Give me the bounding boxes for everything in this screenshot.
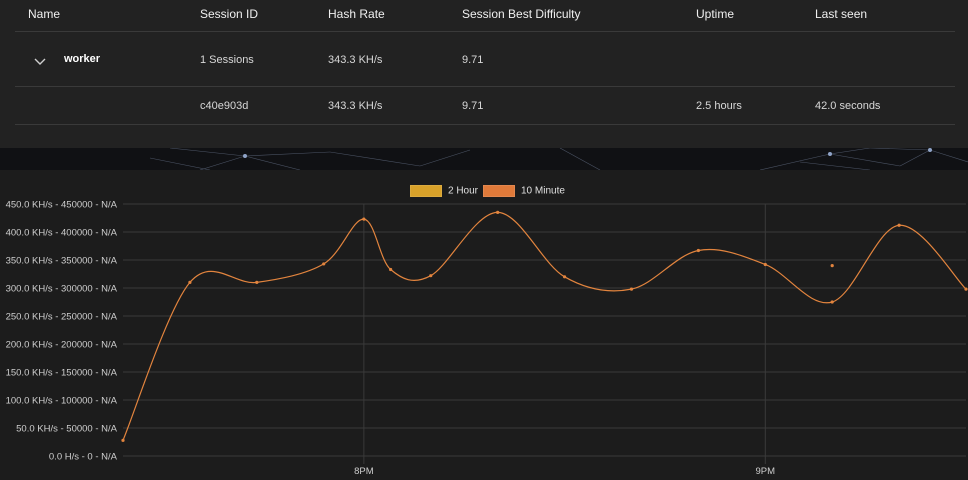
workers-table: Name Session ID Hash Rate Session Best D… [0,0,968,148]
legend-swatch-10-minute [483,185,515,197]
header-session-id[interactable]: Session ID [200,0,258,28]
header-hash-rate[interactable]: Hash Rate [328,0,385,28]
session-last-seen: 42.0 seconds [815,100,881,112]
legend-10-minute[interactable]: 10 Minute [483,185,565,197]
header-uptime[interactable]: Uptime [696,0,734,28]
hashrate-chart-panel [0,170,968,480]
session-id: c40e903d [200,100,249,112]
legend-swatch-2-hour [410,185,442,197]
row-divider [15,31,955,32]
legend-label-2-hour: 2 Hour [448,185,479,197]
worker-hash-rate: 343.3 KH/s [328,54,383,66]
header-best-difficulty[interactable]: Session Best Difficulty [462,0,581,28]
worker-best-difficulty: 9.71 [462,54,484,66]
worker-name: worker [64,53,101,65]
row-divider [15,124,955,125]
session-hash-rate: 343.3 KH/s [328,100,383,112]
row-divider [15,86,955,87]
session-uptime: 2.5 hours [696,100,742,112]
decorative-network-band [0,148,968,170]
worker-session-count: 1 Sessions [200,54,254,66]
header-name[interactable]: Name [28,0,60,28]
legend-label-10-minute: 10 Minute [521,185,565,197]
header-last-seen[interactable]: Last seen [815,0,867,28]
legend-2-hour[interactable]: 2 Hour [410,185,478,197]
network-lines-decoration [149,148,968,170]
session-best-difficulty: 9.71 [462,100,484,112]
chevron-down-icon[interactable] [34,56,46,66]
